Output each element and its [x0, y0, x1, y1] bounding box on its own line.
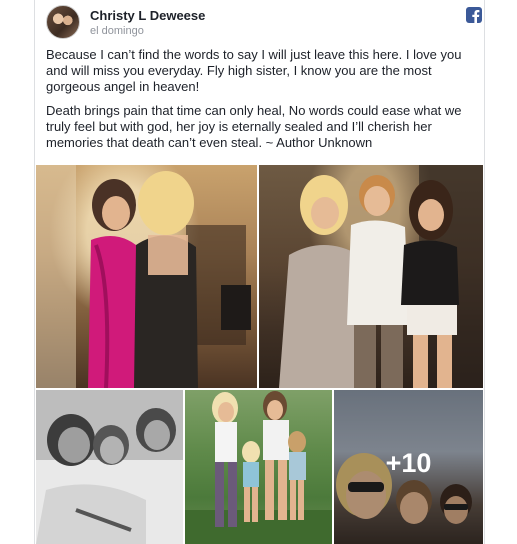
post-photo-2[interactable]: [259, 165, 483, 388]
facebook-icon[interactable]: [466, 7, 482, 23]
post-date[interactable]: el domingo: [90, 25, 144, 37]
post-paragraph-1: Because I can’t find the words to say I …: [46, 47, 462, 94]
more-photos-count[interactable]: +10: [334, 448, 483, 479]
post-card: Christy L Deweese el domingo Because I c…: [34, 0, 485, 544]
author-name[interactable]: Christy L Deweese: [90, 8, 205, 23]
author-avatar[interactable]: [46, 5, 80, 39]
post-header: Christy L Deweese el domingo: [46, 5, 482, 39]
post-photo-5[interactable]: +10: [334, 390, 483, 544]
post-photo-1[interactable]: [36, 165, 257, 388]
post-photo-3[interactable]: [36, 390, 183, 544]
post-paragraph-2: Death brings pain that time can only hea…: [46, 103, 462, 150]
post-text: Because I can’t find the words to say I …: [46, 47, 471, 159]
post-photo-4[interactable]: [185, 390, 332, 544]
